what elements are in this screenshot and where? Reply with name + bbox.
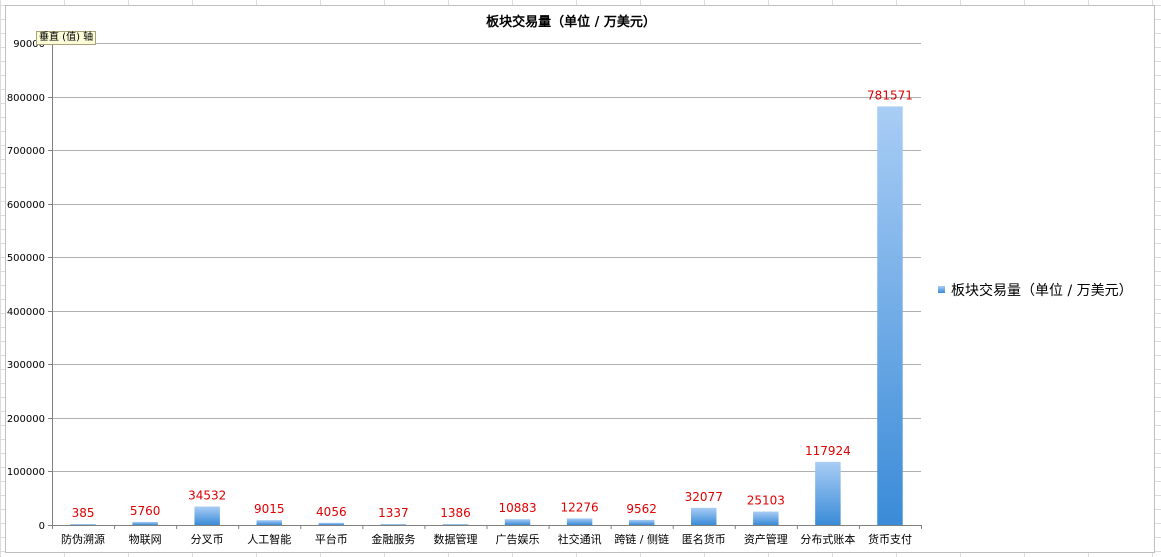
bar-chart: 板块交易量（单位 / 万美元） 0 100000 200000 300000 40000…	[7, 14, 1133, 546]
x-tick-label: 货币支付	[868, 532, 912, 546]
bar[interactable]	[70, 524, 96, 525]
x-tick-label: 物联网	[129, 532, 162, 546]
data-label: 9015	[254, 502, 285, 516]
x-tick-label: 跨链 / 侧链	[614, 532, 669, 546]
y-tick-label: 500000	[7, 253, 45, 264]
bar[interactable]	[877, 106, 903, 526]
bar[interactable]	[442, 524, 469, 525]
x-tick-label: 匿名货币	[682, 532, 726, 546]
legend[interactable]: 板块交易量（单位 / 万美元）	[938, 282, 1133, 299]
bar[interactable]	[256, 520, 282, 525]
data-label: 12276	[561, 500, 599, 514]
bar[interactable]	[132, 521, 158, 525]
y-tick-label: 700000	[7, 146, 45, 157]
x-axis-ticks: 防伪溯源 物联网 分叉币 人工智能 平台币 金融服务 数据管理 广告娱乐 社交通讯 跨链 / 侧链…	[52, 525, 922, 546]
x-tick-label: 平台币	[315, 532, 348, 546]
data-label: 9562	[626, 502, 657, 516]
data-label: 1337	[378, 506, 409, 520]
x-tick-label: 广告娱乐	[496, 532, 540, 546]
chart-area[interactable]: 板块交易量（单位 / 万美元） 0 100000 200000 300000 40000…	[5, 5, 1155, 553]
legend-swatch	[938, 286, 945, 293]
data-label: 5760	[130, 504, 161, 518]
data-label: 781571	[867, 88, 913, 102]
y-tick-label: 600000	[7, 200, 45, 211]
x-tick-label: 金融服务	[371, 532, 415, 546]
x-tick-label: 分布式账本	[800, 532, 855, 546]
bar[interactable]	[753, 511, 779, 525]
data-label: 117924	[805, 444, 851, 458]
bar[interactable]	[628, 519, 655, 525]
data-label: 1386	[440, 506, 471, 520]
data-label: 10883	[498, 501, 536, 515]
axis-tooltip: 垂直 (值) 轴	[36, 31, 97, 45]
chart-title: 板块交易量（单位 / 万美元）	[486, 14, 656, 30]
gridlines	[48, 43, 921, 526]
bar[interactable]	[380, 524, 407, 525]
data-label: 25103	[747, 494, 785, 508]
bars	[70, 106, 903, 526]
y-tick-label: 800000	[7, 93, 45, 104]
bar[interactable]	[504, 519, 531, 525]
y-tick-label: 200000	[7, 414, 45, 425]
x-tick-label: 数据管理	[433, 532, 477, 546]
y-axis-ticks: 0 100000 200000 300000 400000 500000 600000 700…	[7, 39, 45, 532]
y-tick-label: 0	[39, 521, 45, 532]
bar[interactable]	[815, 461, 841, 525]
y-tick-label: 100000	[7, 467, 45, 478]
bar[interactable]	[566, 518, 593, 525]
x-tick-label: 资产管理	[744, 532, 788, 546]
data-label: 4056	[316, 505, 347, 519]
bar[interactable]	[318, 522, 345, 525]
x-tick-label: 社交通讯	[558, 532, 602, 546]
bar[interactable]	[691, 507, 717, 525]
data-labels: 385 5760 34532 9015 4056 1337 1386 10883 12276 95…	[72, 88, 913, 520]
data-label: 385	[72, 506, 95, 520]
y-tick-label: 300000	[7, 360, 45, 371]
x-tick-label: 防伪溯源	[61, 532, 105, 546]
bar[interactable]	[194, 506, 220, 525]
data-label: 32077	[685, 490, 723, 504]
y-tick-label: 400000	[7, 307, 45, 318]
legend-entry: 板块交易量（单位 / 万美元）	[951, 282, 1133, 299]
x-tick-label: 人工智能	[247, 532, 291, 546]
data-label: 34532	[188, 489, 226, 503]
x-tick-label: 分叉币	[191, 533, 224, 546]
